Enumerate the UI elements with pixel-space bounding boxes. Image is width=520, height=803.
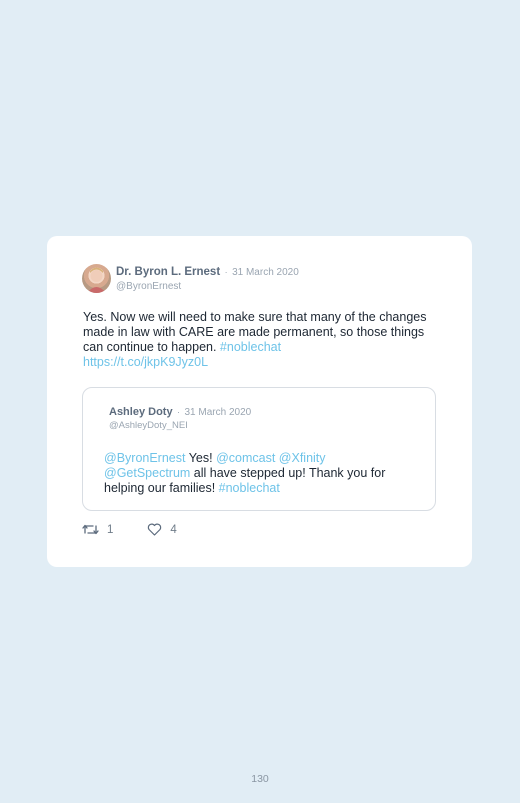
mention-link[interactable]: @Xfinity — [279, 451, 326, 465]
like-count: 4 — [170, 523, 177, 536]
retweet-icon — [82, 524, 99, 535]
tweet-date[interactable]: 31 March 2020 — [232, 267, 299, 278]
tweet-text: Yes. Now we will need to make sure that … — [83, 310, 433, 370]
hashtag-link[interactable]: #noblechat — [219, 481, 280, 495]
author-info: Dr. Byron L. Ernest · 31 March 2020 @Byr… — [116, 264, 299, 293]
mention-link[interactable]: @GetSpectrum — [104, 466, 190, 480]
hashtag-link[interactable]: #noblechat — [220, 340, 281, 354]
quoted-author-name[interactable]: Ashley Doty — [109, 406, 173, 418]
quoted-header: Ashley Doty · 31 March 2020 @AshleyDoty_… — [109, 405, 251, 432]
author-name[interactable]: Dr. Byron L. Ernest — [116, 266, 220, 278]
retweet-button[interactable]: 1 — [82, 523, 113, 536]
quoted-text: @ByronErnest Yes! @comcast @Xfinity @GetS… — [104, 451, 414, 496]
quoted-tweet[interactable]: Ashley Doty · 31 March 2020 @AshleyDoty_… — [82, 387, 436, 511]
quoted-handle[interactable]: @AshleyDoty_NEI — [109, 420, 251, 432]
tweet-header: Dr. Byron L. Ernest · 31 March 2020 @Byr… — [82, 264, 299, 293]
avatar[interactable] — [82, 264, 111, 293]
separator: · — [177, 407, 181, 417]
retweet-count: 1 — [107, 523, 114, 536]
quoted-text-part: Yes! — [185, 451, 217, 465]
quoted-date[interactable]: 31 March 2020 — [184, 407, 251, 418]
heart-icon — [148, 523, 162, 536]
tweet-actions: 1 4 — [82, 523, 177, 536]
mention-link[interactable]: @ByronErnest — [104, 451, 185, 465]
mention-link[interactable]: @comcast — [216, 451, 275, 465]
author-handle[interactable]: @ByronErnest — [116, 280, 299, 293]
separator: · — [224, 267, 228, 277]
page-number: 130 — [251, 773, 269, 785]
tweet-url-link[interactable]: https://t.co/jkpK9Jyz0L — [83, 355, 208, 369]
tweet-card: Dr. Byron L. Ernest · 31 March 2020 @Byr… — [47, 236, 472, 567]
like-button[interactable]: 4 — [147, 523, 177, 536]
